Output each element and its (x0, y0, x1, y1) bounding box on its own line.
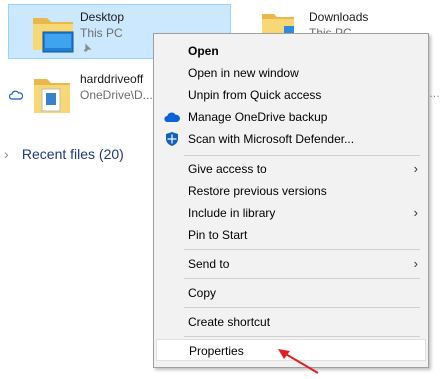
menu-item-label: Scan with Microsoft Defender... (188, 132, 355, 146)
onedrive-cloud-icon (8, 89, 24, 100)
menu-separator (184, 249, 420, 250)
menu-item-scan-with-defender[interactable]: Scan with Microsoft Defender... (156, 128, 426, 150)
menu-item-label: Properties (189, 344, 244, 358)
menu-separator (184, 307, 420, 308)
context-menu: Open Open in new window Unpin from Quick… (153, 33, 429, 368)
menu-separator (184, 336, 420, 337)
chevron-right-icon: › (4, 146, 9, 162)
menu-item-open[interactable]: Open (156, 40, 426, 62)
menu-item-label: Open (188, 44, 219, 58)
menu-item-send-to[interactable]: Send to › (156, 253, 426, 275)
menu-item-label: Restore previous versions (188, 184, 327, 198)
menu-item-label: Unpin from Quick access (188, 88, 322, 102)
menu-item-pin-to-start[interactable]: Pin to Start (156, 224, 426, 246)
menu-item-label: Give access to (188, 162, 267, 176)
menu-item-restore-previous-versions[interactable]: Restore previous versions (156, 180, 426, 202)
tile-title-desktop: Desktop (80, 10, 125, 24)
onedrive-icon (164, 109, 180, 125)
menu-separator (184, 155, 420, 156)
menu-item-open-in-new-window[interactable]: Open in new window (156, 62, 426, 84)
menu-item-manage-onedrive-backup[interactable]: Manage OneDrive backup (156, 106, 426, 128)
recent-files-label: Recent files (20) (21, 146, 124, 162)
submenu-arrow-icon: › (413, 205, 418, 220)
menu-item-label: Manage OneDrive backup (188, 110, 328, 124)
menu-item-create-shortcut[interactable]: Create shortcut (156, 311, 426, 333)
menu-item-copy[interactable]: Copy (156, 282, 426, 304)
tile-title-downloads: Downloads (309, 10, 369, 24)
annotation-arrow (278, 349, 319, 374)
submenu-arrow-icon: › (413, 161, 418, 176)
folder-icon (32, 73, 72, 117)
desktop-folder-icon (31, 12, 75, 54)
partial-tile-hint: … (429, 88, 440, 100)
menu-item-label: Include in library (188, 206, 276, 220)
tile-title-harddriveoff: harddriveoff (80, 72, 144, 86)
menu-separator (184, 278, 420, 279)
menu-item-label: Create shortcut (188, 315, 271, 329)
pin-icon (82, 42, 92, 53)
menu-item-label: Open in new window (188, 66, 299, 80)
submenu-arrow-icon: › (413, 256, 418, 271)
menu-item-unpin-from-quick-access[interactable]: Unpin from Quick access (156, 84, 426, 106)
menu-item-label: Copy (188, 286, 217, 300)
menu-item-label: Pin to Start (188, 228, 248, 242)
defender-icon (164, 131, 180, 147)
menu-item-include-in-library[interactable]: Include in library › (156, 202, 426, 224)
menu-item-give-access-to[interactable]: Give access to › (156, 158, 426, 180)
tile-subtitle-harddriveoff: OneDrive\D... (80, 88, 153, 102)
menu-item-label: Send to (188, 257, 230, 271)
recent-files-header[interactable]: › Recent files (20) (4, 146, 124, 162)
tile-subtitle-desktop: This PC (80, 26, 123, 40)
